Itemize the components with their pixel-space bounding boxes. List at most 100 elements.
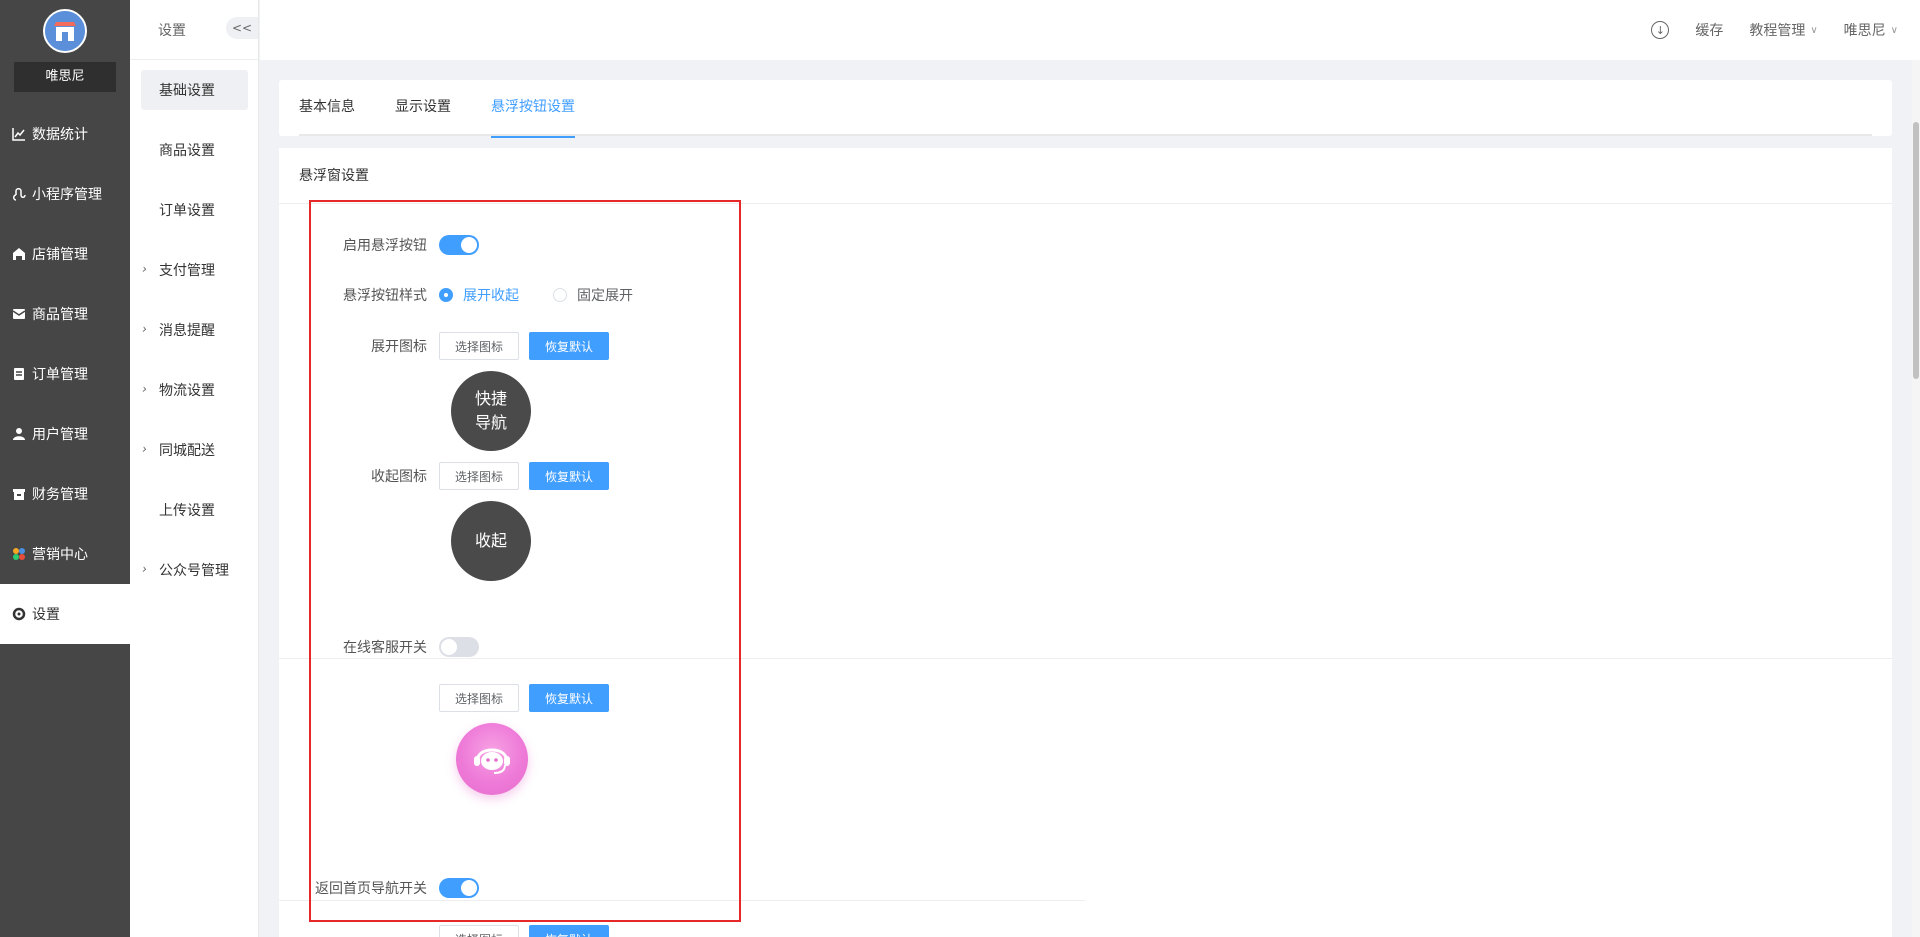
restore-default-button[interactable]: 恢复默认 bbox=[529, 462, 610, 490]
customer-service-label: 在线客服开关 bbox=[343, 640, 427, 656]
shop-name: 唯思尼 bbox=[14, 62, 116, 92]
marketing-icon bbox=[12, 547, 26, 561]
user-name: 唯思尼 bbox=[1843, 23, 1886, 39]
main-content: 基本信息 显示设置 悬浮按钮设置 悬浮窗设置 启用悬浮按钮 悬浮按钮样式 展开收… bbox=[279, 80, 1892, 937]
cache-button[interactable]: 缓存 bbox=[1695, 20, 1723, 40]
select-icon-button[interactable]: 选择图标 bbox=[439, 462, 520, 490]
submenu-header: 设置 << bbox=[130, 0, 258, 60]
select-icon-button[interactable]: 选择图标 bbox=[439, 684, 520, 712]
scrollbar-thumb[interactable] bbox=[1913, 122, 1919, 379]
float-style-row: 悬浮按钮样式 展开收起 固定展开 bbox=[279, 285, 667, 305]
chart-line-icon bbox=[12, 127, 26, 141]
tab-basic-info[interactable]: 基本信息 bbox=[299, 80, 355, 136]
nav-item-miniprogram[interactable]: 小程序管理 bbox=[0, 164, 130, 224]
user-dropdown[interactable]: 唯思尼 ∨ bbox=[1844, 20, 1898, 40]
section-title: 悬浮窗设置 bbox=[279, 148, 1892, 204]
tabs-card: 基本信息 显示设置 悬浮按钮设置 bbox=[279, 80, 1892, 138]
customer-service-icon-row: 选择图标 恢复默认 bbox=[279, 684, 619, 712]
user-icon bbox=[12, 427, 26, 441]
back-home-label: 返回首页导航开关 bbox=[315, 881, 427, 897]
settings-icon bbox=[12, 607, 26, 621]
page-scrollbar[interactable] bbox=[1912, 60, 1920, 937]
expand-icon-text: 快捷导航 bbox=[474, 389, 507, 432]
nav-item-order[interactable]: 订单管理 bbox=[0, 344, 130, 404]
chevron-right-icon: › bbox=[142, 322, 147, 336]
collapse-icon-text: 收起 bbox=[474, 531, 507, 550]
submenu-item-label: 同城配送 bbox=[159, 443, 215, 459]
store-icon bbox=[12, 247, 26, 261]
chevron-right-icon: › bbox=[142, 262, 147, 276]
submenu-item-label: 公众号管理 bbox=[159, 563, 229, 579]
nav-item-data-stats[interactable]: 数据统计 bbox=[0, 104, 130, 164]
nav-item-label: 商品管理 bbox=[32, 307, 88, 323]
nav-item-label: 用户管理 bbox=[32, 427, 88, 443]
nav-item-settings[interactable]: 设置 bbox=[0, 584, 130, 644]
nav-item-label: 数据统计 bbox=[32, 127, 88, 143]
settings-submenu: 设置 << 基础设置 商品设置 订单设置 › 支付管理 › 消息提醒 › 物流设… bbox=[130, 0, 259, 937]
chevron-down-icon: ∨ bbox=[1810, 24, 1818, 36]
back-home-row: 返回首页导航开关 bbox=[279, 878, 479, 898]
submenu-item-logistics[interactable]: › 物流设置 bbox=[130, 360, 258, 420]
submenu-item-official-account[interactable]: › 公众号管理 bbox=[130, 540, 258, 600]
select-icon-button[interactable]: 选择图标 bbox=[439, 925, 520, 937]
submenu-item-local-delivery[interactable]: › 同城配送 bbox=[130, 420, 258, 480]
submenu-item-payment[interactable]: › 支付管理 bbox=[130, 240, 258, 300]
nav-item-goods[interactable]: 商品管理 bbox=[0, 284, 130, 344]
submenu-item-upload[interactable]: 上传设置 bbox=[130, 480, 258, 540]
float-settings-card: 悬浮窗设置 启用悬浮按钮 悬浮按钮样式 展开收起 固定展开 展开图标 选择图标 … bbox=[279, 148, 1892, 937]
main-nav: 数据统计 小程序管理 店铺管理 商品管理 订单管理 用户管理 财务管理 营销中心… bbox=[0, 104, 130, 644]
submenu-item-label: 消息提醒 bbox=[159, 323, 215, 339]
nav-item-finance[interactable]: 财务管理 bbox=[0, 464, 130, 524]
radio-label: 展开收起 bbox=[463, 288, 519, 304]
enable-float-switch[interactable] bbox=[439, 235, 479, 255]
customer-service-switch[interactable] bbox=[439, 637, 479, 657]
nav-item-label: 财务管理 bbox=[32, 487, 88, 503]
back-home-switch[interactable] bbox=[439, 878, 479, 898]
tutorial-dropdown[interactable]: 教程管理 ∨ bbox=[1749, 20, 1817, 40]
chevron-down-icon: ∨ bbox=[1890, 24, 1898, 36]
customer-service-row: 在线客服开关 bbox=[279, 637, 479, 657]
submenu-title: 设置 bbox=[158, 22, 186, 39]
download-icon[interactable]: ↓ bbox=[1651, 21, 1670, 39]
style-radio-fixed-expand[interactable]: 固定展开 bbox=[553, 285, 633, 305]
finance-icon bbox=[12, 487, 26, 501]
float-style-label: 悬浮按钮样式 bbox=[343, 288, 427, 304]
restore-default-button[interactable]: 恢复默认 bbox=[529, 925, 610, 937]
switch-knob bbox=[441, 639, 457, 655]
enable-float-label: 启用悬浮按钮 bbox=[343, 238, 427, 254]
nav-item-label: 订单管理 bbox=[32, 367, 88, 383]
top-bar: ↓ 缓存 教程管理 ∨ 唯思尼 ∨ bbox=[260, 0, 1920, 60]
collapse-icon-preview: 收起 bbox=[451, 501, 531, 581]
section-divider bbox=[279, 658, 1892, 659]
expand-icon-label: 展开图标 bbox=[371, 339, 427, 355]
radio-label: 固定展开 bbox=[577, 288, 633, 304]
submenu-item-message[interactable]: › 消息提醒 bbox=[130, 300, 258, 360]
goods-icon bbox=[12, 307, 26, 321]
nav-item-store[interactable]: 店铺管理 bbox=[0, 224, 130, 284]
nav-item-label: 营销中心 bbox=[32, 547, 88, 563]
collapse-menu-button[interactable]: << bbox=[226, 17, 258, 39]
submenu-item-label: 商品设置 bbox=[159, 143, 215, 159]
submenu-item-order[interactable]: 订单设置 bbox=[130, 180, 258, 240]
chevron-right-icon: › bbox=[142, 442, 147, 456]
radio-dot bbox=[439, 288, 453, 302]
nav-item-user[interactable]: 用户管理 bbox=[0, 404, 130, 464]
restore-default-button[interactable]: 恢复默认 bbox=[529, 332, 610, 360]
select-icon-button[interactable]: 选择图标 bbox=[439, 332, 520, 360]
tab-display-settings[interactable]: 显示设置 bbox=[395, 80, 451, 136]
collapse-icon-label: 收起图标 bbox=[371, 469, 427, 485]
expand-icon-preview: 快捷导航 bbox=[451, 371, 531, 451]
submenu-item-label: 上传设置 bbox=[159, 503, 215, 519]
nav-item-marketing[interactable]: 营销中心 bbox=[0, 524, 130, 584]
main-sidebar: 唯思尼 数据统计 小程序管理 店铺管理 商品管理 订单管理 用户管理 财务管理 … bbox=[0, 0, 130, 937]
tab-float-button-settings[interactable]: 悬浮按钮设置 bbox=[491, 80, 575, 138]
nav-item-label: 小程序管理 bbox=[32, 187, 102, 203]
style-radio-expand-collapse[interactable]: 展开收起 bbox=[439, 285, 519, 305]
shop-logo[interactable] bbox=[43, 9, 87, 53]
submenu-item-basic[interactable]: 基础设置 bbox=[130, 60, 258, 120]
customer-service-icon-preview bbox=[456, 723, 528, 795]
settings-tabs: 基本信息 显示设置 悬浮按钮设置 bbox=[299, 80, 1872, 138]
switch-knob bbox=[461, 237, 477, 253]
submenu-item-goods[interactable]: 商品设置 bbox=[130, 120, 258, 180]
restore-default-button[interactable]: 恢复默认 bbox=[529, 684, 610, 712]
